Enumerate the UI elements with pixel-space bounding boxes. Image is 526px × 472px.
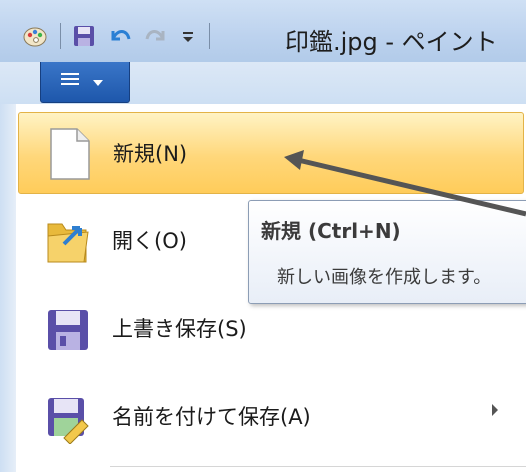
save-icon bbox=[44, 302, 92, 356]
paint-app-icon[interactable] bbox=[22, 23, 48, 49]
window-title: 印鑑.jpg - ペイント bbox=[285, 28, 498, 56]
save-icon[interactable] bbox=[71, 23, 97, 49]
divider bbox=[110, 466, 526, 467]
toolbar-separator bbox=[209, 23, 210, 49]
menu-item-label: 開く(O) bbox=[112, 229, 187, 253]
tooltip-description: 新しい画像を作成します。 bbox=[277, 267, 492, 288]
menu-item-save-as[interactable]: 名前を付けて保存(A) bbox=[18, 376, 524, 458]
menu-item-label: 名前を付けて保存(A) bbox=[112, 405, 311, 429]
customize-dropdown-icon[interactable] bbox=[179, 23, 197, 49]
save-as-icon bbox=[44, 390, 92, 445]
submenu-arrow-icon bbox=[492, 404, 498, 416]
quick-access-toolbar bbox=[22, 20, 220, 52]
redo-icon[interactable] bbox=[143, 23, 169, 49]
toolbar-separator bbox=[60, 23, 61, 49]
menu-list-icon bbox=[61, 73, 79, 89]
file-menu-button[interactable] bbox=[40, 62, 130, 103]
menu-item-new[interactable]: 新規(N) bbox=[18, 112, 524, 194]
tooltip: 新規 (Ctrl+N) 新しい画像を作成します。 bbox=[248, 200, 526, 304]
undo-icon[interactable] bbox=[107, 23, 133, 49]
chevron-down-icon bbox=[93, 80, 103, 86]
menu-item-label: 新規(N) bbox=[113, 142, 188, 166]
menu-item-label: 上書き保存(S) bbox=[112, 317, 247, 341]
title-bar: 印鑑.jpg - ペイント bbox=[0, 0, 526, 62]
open-folder-icon bbox=[44, 214, 92, 268]
tooltip-title: 新規 (Ctrl+N) bbox=[261, 219, 401, 243]
menu-edge bbox=[0, 104, 16, 472]
new-document-icon bbox=[45, 127, 93, 181]
